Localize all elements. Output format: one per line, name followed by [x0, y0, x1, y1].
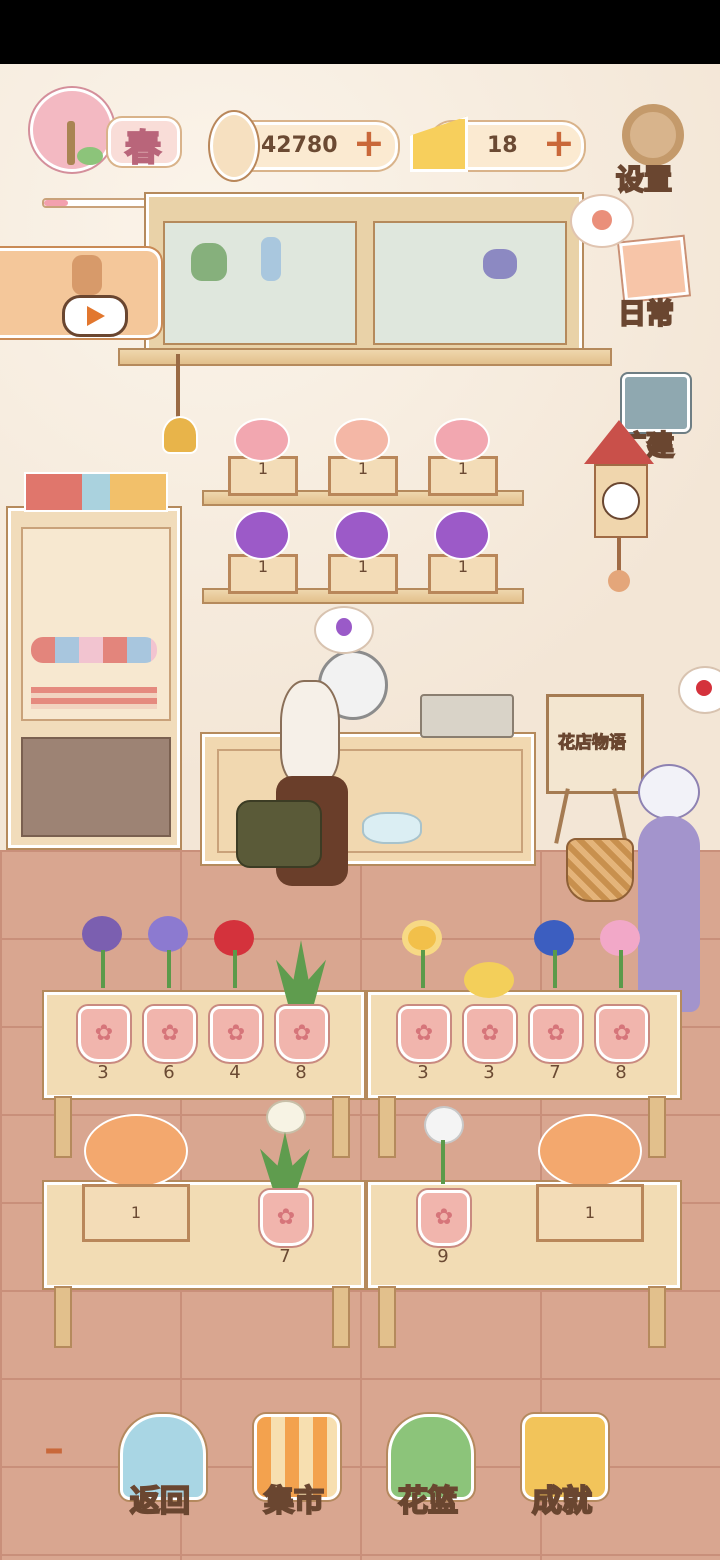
- bouquet-crate[interactable]: 1: [428, 456, 498, 496]
- leafy-bud-icon: [276, 940, 326, 1006]
- season-badge[interactable]: 春: [26, 88, 180, 208]
- mixed-bouquet-icon: [84, 1114, 188, 1188]
- bouquet-crate[interactable]: 1: [228, 456, 298, 496]
- door-bell-icon[interactable]: [160, 354, 198, 470]
- nav-achievement-label: 成就: [531, 1483, 593, 1520]
- flower-count: 8: [615, 1062, 627, 1083]
- flower-pot-slot[interactable]: ✿ 7: [260, 1100, 312, 1280]
- menu-collapse-button[interactable]: –: [44, 1426, 76, 1472]
- bouquet-crate[interactable]: 1: [228, 554, 298, 594]
- flower-pot-slot[interactable]: ✿ 8: [596, 916, 648, 1096]
- fish-bowl-icon: [362, 812, 422, 844]
- flower-speech-bubble: [570, 194, 634, 248]
- bouquet-crate[interactable]: 1: [428, 554, 498, 594]
- flower-count: 3: [417, 1062, 429, 1083]
- easel-sign-text: 花店物语: [558, 733, 627, 754]
- blue-bottle-icon: [261, 237, 281, 281]
- nav-market-button[interactable]: 集市: [244, 1414, 344, 1524]
- white-daffodil-icon: [266, 1100, 306, 1134]
- daily-label: 日常: [617, 296, 675, 331]
- bouquet-icon: [234, 510, 290, 560]
- flower-count: 6: [163, 1062, 175, 1083]
- bouquet-icon: [334, 510, 390, 560]
- video-reward-button[interactable]: [0, 248, 161, 338]
- flower-count: 7: [549, 1062, 561, 1083]
- yellow-chrysanthemum-icon: [464, 962, 514, 998]
- cheese-add-button[interactable]: +: [543, 121, 575, 165]
- nav-return-label: 返回: [129, 1483, 191, 1520]
- settings-label: 设置: [615, 162, 673, 197]
- bouquet-crate[interactable]: 1: [328, 456, 398, 496]
- bouquet-crate-slot[interactable]: 1: [80, 1104, 190, 1244]
- flower-pot-slot[interactable]: ✿ 9: [418, 1100, 470, 1280]
- play-icon[interactable]: [62, 295, 128, 337]
- customer-cat[interactable]: [236, 680, 360, 924]
- white-rose-icon: [424, 1106, 464, 1144]
- flower-pot-slot[interactable]: ✿ 6: [144, 916, 196, 1096]
- green-vase-icon: [191, 243, 227, 281]
- clock-face-icon: [602, 482, 640, 520]
- flower-pot-slot[interactable]: ✿ 4: [210, 916, 262, 1096]
- flower-count: 4: [229, 1062, 241, 1083]
- menu-dash: –: [44, 1426, 64, 1472]
- nav-basket-button[interactable]: 花篮: [378, 1414, 478, 1524]
- flower-count: 9: [437, 1246, 449, 1267]
- bouquet-icon: [334, 418, 390, 462]
- purple-pot-icon: [483, 249, 517, 279]
- cuckoo-clock: [584, 420, 654, 592]
- purple-rose-icon: [82, 916, 122, 952]
- flower-pot-slot[interactable]: ✿ 3: [464, 916, 516, 1096]
- fish-add-button[interactable]: +: [353, 121, 385, 165]
- flower-pot-slot[interactable]: ✿ 8: [276, 916, 328, 1096]
- bouquet-crate[interactable]: 1: [328, 554, 398, 594]
- bouquet-crate-slot[interactable]: 1: [534, 1104, 644, 1244]
- messenger-bag-icon: [236, 800, 322, 868]
- yarn-balls-icon: [31, 637, 157, 663]
- fish-count: 42780: [261, 133, 338, 158]
- fabric-stack-icon: [31, 687, 157, 709]
- bouquet-icon: [234, 418, 290, 462]
- flower-pot-slot[interactable]: ✿ 7: [530, 916, 582, 1096]
- nav-market-label: 集市: [263, 1483, 325, 1520]
- shopkeeper-speech-bubble: [314, 606, 374, 654]
- flower-pot-slot[interactable]: ✿ 3: [78, 916, 130, 1096]
- flower-pot-slot[interactable]: ✿ 3: [398, 916, 450, 1096]
- fish-bone-icon: [210, 112, 258, 180]
- flower-count: 7: [279, 1246, 291, 1267]
- gift-boxes-icon: [24, 472, 168, 512]
- cat-mascot-icon: [72, 255, 102, 295]
- flower-count: 3: [483, 1062, 495, 1083]
- nav-achievement-button[interactable]: 成就: [512, 1414, 612, 1524]
- settings-button[interactable]: 设置: [612, 104, 696, 200]
- daily-tasks-button[interactable]: 日常: [610, 236, 700, 331]
- cherry-tree-icon: [30, 88, 114, 172]
- bouquet-icon: [434, 510, 490, 560]
- mixed-bouquet-icon: [538, 1114, 642, 1188]
- season-label: 春: [124, 127, 162, 170]
- purple-chrysanthemum-icon: [148, 916, 188, 952]
- cheese-count: 18: [487, 133, 518, 158]
- gear-icon: [622, 104, 684, 166]
- flower-count: 8: [295, 1062, 307, 1083]
- flower-count: 3: [97, 1062, 109, 1083]
- bouquet-icon: [434, 418, 490, 462]
- yarn-cabinet: [8, 508, 180, 848]
- game-scene: 春 42780 + 18 + 设置 日常 扩建 1 1 1 1 1 1 花店物语…: [0, 64, 720, 1560]
- glass-cabinet: [146, 194, 582, 352]
- cash-register-icon[interactable]: [420, 694, 514, 738]
- nav-basket-label: 花篮: [397, 1483, 459, 1520]
- nav-return-button[interactable]: 返回: [110, 1414, 210, 1524]
